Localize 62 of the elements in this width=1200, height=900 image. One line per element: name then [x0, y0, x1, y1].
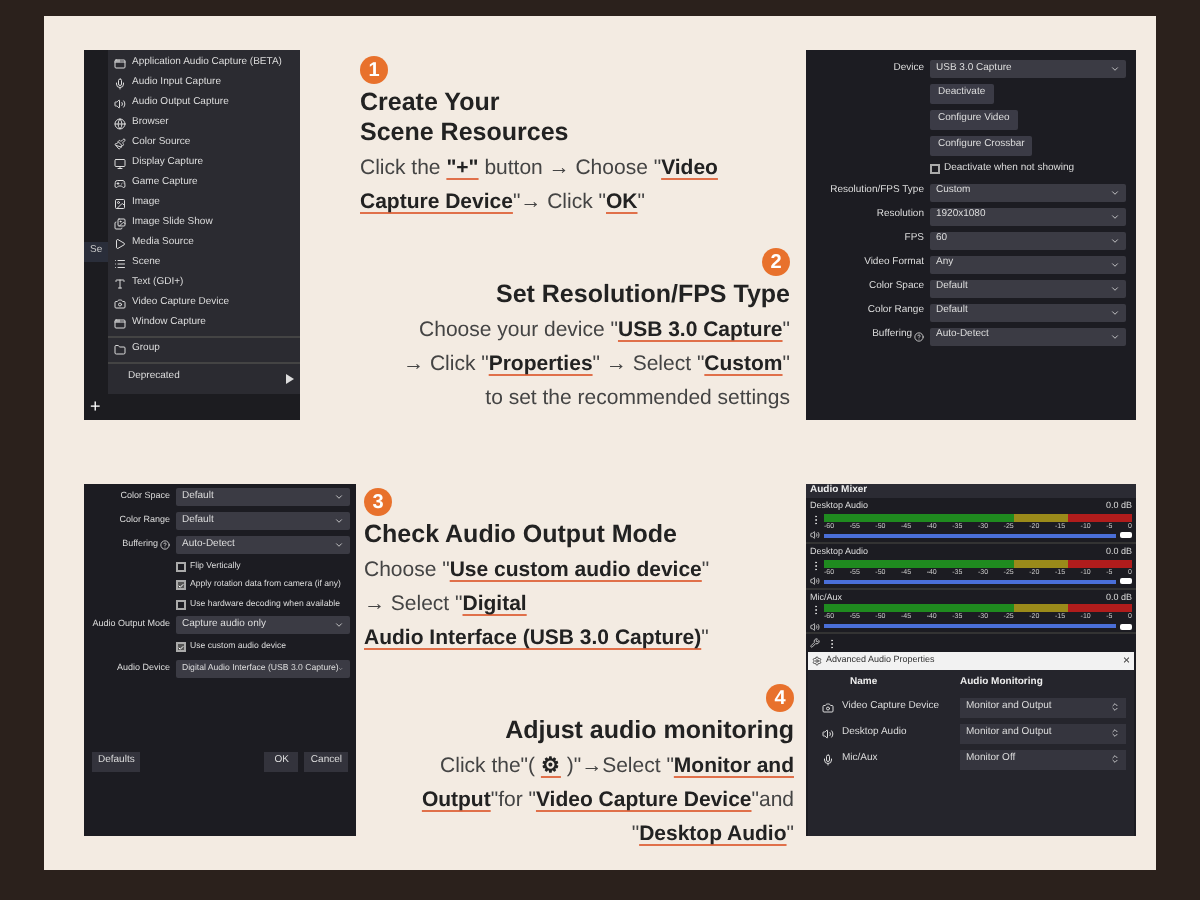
- microphone-icon: [114, 78, 126, 90]
- text-icon: [114, 278, 126, 290]
- caret-icon: [1110, 187, 1120, 197]
- caret-icon: [334, 492, 344, 502]
- step-text: Click the "+" button → Choose "Video Capture Device"→ Click "OK": [360, 154, 718, 218]
- window-icon: [114, 318, 126, 330]
- volume-slider-fill[interactable]: [824, 624, 1116, 629]
- folder-icon: [114, 344, 126, 356]
- caret-icon: [1110, 331, 1120, 341]
- caret-icon: [1110, 307, 1120, 317]
- step-text: Choose "Use custom audio device" → Select "Digital Audio Interface (USB 3.0 Capture)": [364, 556, 710, 654]
- step-title: Adjust audio monitoring: [505, 716, 794, 746]
- step-title: Check Audio Output Mode: [364, 520, 677, 550]
- camera-icon: [114, 298, 126, 310]
- caret-icon: [1110, 211, 1120, 221]
- caret-icon: [1110, 64, 1120, 74]
- globe-icon: [114, 118, 126, 130]
- step-title: Create Your Scene Resources: [360, 88, 569, 148]
- speaker-icon[interactable]: [810, 530, 820, 541]
- caret-icon: [334, 540, 344, 550]
- list-icon: [114, 258, 126, 270]
- caret-icon: [1110, 259, 1120, 269]
- submenu-arrow-icon: [286, 373, 294, 383]
- step-text: Choose your device "USB 3.0 Capture" → Click "Properties" → Select "Custom" to set the recommended settings: [403, 316, 790, 414]
- step-number: 1: [360, 56, 388, 84]
- camera-icon: [822, 701, 834, 714]
- spinner-icon: [1110, 754, 1120, 765]
- step-title: Set Resolution/FPS Type: [495, 280, 790, 310]
- brush-icon: [114, 138, 126, 150]
- checkbox[interactable]: [176, 599, 186, 610]
- spinner-icon: [1110, 728, 1120, 739]
- slider-thumb[interactable]: [1120, 578, 1132, 584]
- gamepad-icon: [114, 178, 126, 190]
- step-number: 4: [766, 684, 794, 712]
- speaker-icon[interactable]: [810, 621, 820, 632]
- speaker-icon[interactable]: [810, 576, 820, 586]
- images-icon: [114, 218, 126, 230]
- slider-thumb[interactable]: [1120, 532, 1132, 539]
- caret-icon: [1110, 283, 1120, 293]
- step-number: 2: [762, 248, 790, 276]
- checkbox[interactable]: [176, 580, 186, 591]
- caret-icon: [334, 516, 344, 526]
- checkbox[interactable]: [176, 642, 186, 653]
- volume-slider-fill[interactable]: [824, 533, 1116, 538]
- slider-thumb[interactable]: [1120, 623, 1132, 630]
- app-logo-icon: [812, 656, 822, 667]
- window-icon: [114, 58, 126, 70]
- spinner-icon: [1110, 702, 1120, 713]
- microphone-icon: [822, 753, 834, 766]
- speaker-icon: [114, 98, 126, 110]
- add-button[interactable]: +: [90, 398, 101, 416]
- monitor-icon: [114, 158, 126, 170]
- step-number: 3: [364, 488, 392, 516]
- play-icon: [114, 238, 126, 250]
- step-text: Click the"( ⚙ )"→Select "Monitor and Output"for "Video Capture Device"and "Desktop Audio": [421, 752, 794, 850]
- wrench-icon[interactable]: [810, 638, 820, 649]
- speaker-icon: [822, 727, 834, 740]
- caret-icon: [1110, 235, 1120, 245]
- image-icon: [114, 198, 126, 210]
- checkbox[interactable]: [176, 561, 186, 572]
- checkbox[interactable]: [930, 164, 940, 175]
- caret-icon: [334, 620, 344, 631]
